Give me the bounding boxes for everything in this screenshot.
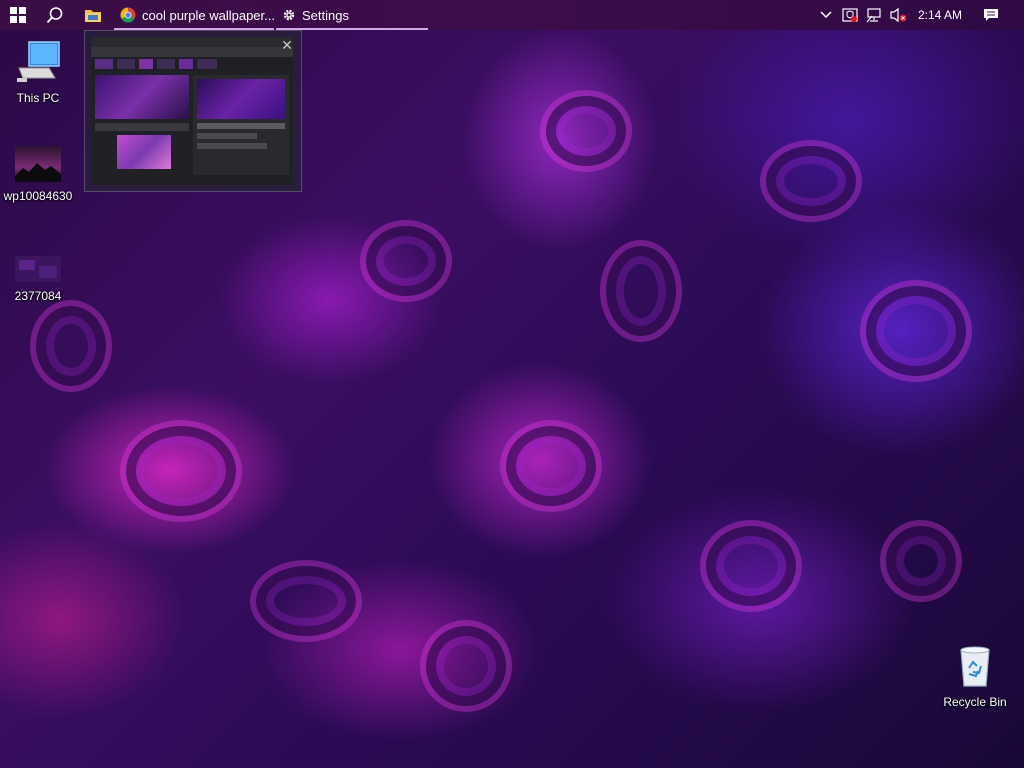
action-center-icon <box>984 9 998 21</box>
search-icon <box>46 7 63 24</box>
desktop-icon-label: Recycle Bin <box>943 695 1007 709</box>
computer-icon <box>17 41 60 82</box>
taskbar-app-chrome[interactable]: cool purple wallpaper... <box>114 0 275 30</box>
thumbnail-image-chips <box>91 57 293 71</box>
thumbnail-caption <box>95 123 189 131</box>
thumbnail-address-bar <box>91 47 293 57</box>
shield-alert-icon <box>842 8 858 22</box>
thumbnail-image-result <box>117 135 171 169</box>
start-button[interactable] <box>0 0 36 30</box>
desktop-icon-2377084[interactable]: 2377084 <box>0 256 76 303</box>
close-icon: ✕ <box>281 37 293 53</box>
volume-tray-button[interactable] <box>888 0 910 30</box>
show-hidden-icons-button[interactable] <box>816 0 836 30</box>
image-file-icon <box>15 256 61 282</box>
network-tray-button[interactable] <box>864 0 884 30</box>
clock[interactable]: 2:14 AM <box>918 0 964 30</box>
gear-icon <box>282 8 296 22</box>
browser-window-thumbnail[interactable] <box>91 37 293 185</box>
image-file-icon <box>15 146 61 182</box>
thumbnail-side-panel <box>193 75 289 175</box>
taskbar: cool purple wallpaper... Settings 2:14 A… <box>0 0 1024 30</box>
chevron-up-icon <box>820 11 832 19</box>
desktop-icon-recycle-bin[interactable]: Recycle Bin <box>937 644 1013 709</box>
search-button[interactable] <box>36 0 74 30</box>
desktop-icon-label: This PC <box>16 91 60 105</box>
taskbar-thumbnail-preview[interactable]: ✕ <box>84 30 302 192</box>
file-explorer-button[interactable] <box>74 0 112 30</box>
security-tray-button[interactable] <box>840 0 860 30</box>
volume-muted-icon <box>890 7 907 23</box>
action-center-button[interactable] <box>978 0 1004 30</box>
chrome-icon <box>120 7 136 23</box>
taskbar-app-chrome-label: cool purple wallpaper... <box>142 7 275 23</box>
taskbar-app-settings-label: Settings <box>302 7 349 23</box>
taskbar-app-settings[interactable]: Settings <box>276 0 428 30</box>
network-icon <box>866 8 881 23</box>
thumbnail-close-button[interactable]: ✕ <box>279 37 295 53</box>
folder-icon <box>85 10 101 22</box>
desktop-icon-label: 2377084 <box>14 289 62 303</box>
windows-logo-icon <box>10 7 26 23</box>
desktop-icon-this-pc[interactable]: This PC <box>0 38 76 105</box>
recycle-bin-icon <box>960 646 990 687</box>
thumbnail-tab-strip <box>91 37 293 47</box>
thumbnail-image-result <box>95 75 189 119</box>
desktop-icon-label: wp10084630 <box>3 189 73 203</box>
desktop-icon-wp10084630[interactable]: wp10084630 <box>0 146 76 203</box>
